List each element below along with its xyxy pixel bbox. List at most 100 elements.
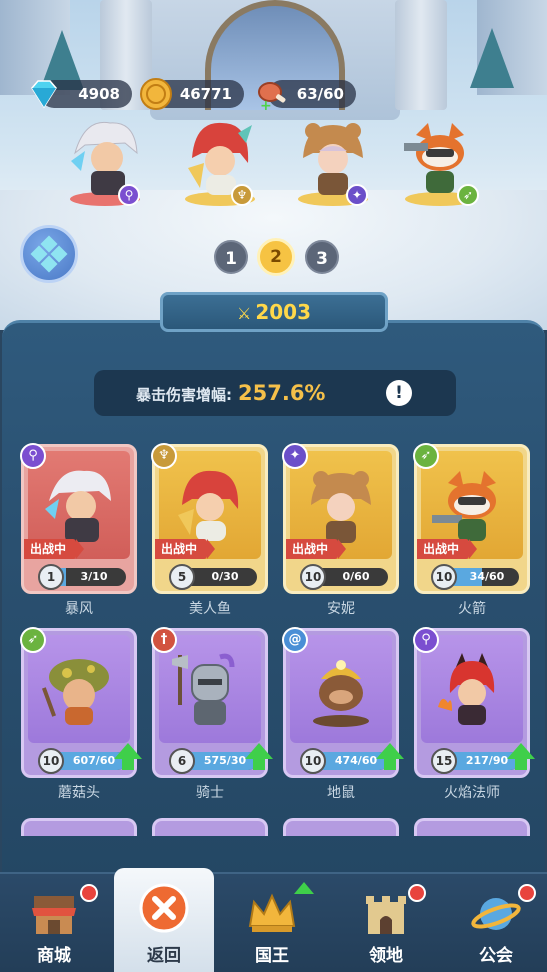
hero-card-partial[interactable] <box>21 818 137 836</box>
nav-label: 商城 <box>37 946 71 966</box>
gem-count: 4908 <box>78 85 120 103</box>
team-power-value: 2003 <box>255 300 311 324</box>
hero-level: 1 <box>38 564 64 590</box>
hero-card-fire-mage[interactable]: ⚲ 217/90 15 <box>413 627 535 778</box>
horn-icon: ♆ <box>151 443 177 469</box>
nav-label: 返回 <box>147 946 181 966</box>
upgrade-arrow-icon <box>376 743 404 770</box>
hero-name: 暴风 <box>65 601 93 617</box>
team-power-banner: ⚔ 2003 <box>160 292 388 332</box>
stamina-counter[interactable]: + 63/60 <box>258 80 356 112</box>
hero-card-mushroom[interactable]: ➶ 607/60 10 <box>20 627 142 778</box>
hero-card-storm[interactable]: ⚲ 出战中 3/10 1 <box>20 443 137 594</box>
paw-icon: ✦ <box>346 184 368 206</box>
hero-card-partial[interactable] <box>414 818 530 836</box>
hero-card-art <box>421 635 523 743</box>
bottom-nav: 商城 返回 国王 领地 公会 <box>0 868 547 972</box>
coin-counter[interactable]: 46771 <box>140 78 244 110</box>
skill-button[interactable] <box>20 225 78 283</box>
hero-name: 地鼠 <box>327 785 355 801</box>
hero-level: 10 <box>431 564 457 590</box>
mermaid-hero-icon <box>178 470 239 541</box>
mole-hero-icon <box>313 660 369 727</box>
bow-icon: ➶ <box>457 184 479 206</box>
shard-progress-text: 34/60 <box>469 570 505 583</box>
hero-level: 5 <box>169 564 195 590</box>
meat-icon: + <box>258 82 286 112</box>
hero-card-art <box>159 635 261 743</box>
hero-card-partial[interactable] <box>283 818 399 836</box>
nav-territory[interactable]: 领地 <box>336 874 436 972</box>
upgrade-arrow-icon <box>507 743 535 770</box>
hero-card-mole[interactable]: @ 474/60 10 <box>282 627 404 778</box>
staff-icon: ⚲ <box>413 627 439 653</box>
crit-damage-value: 257.6% <box>238 381 326 405</box>
hero-card-rocket[interactable]: ➶ 出战中 34/60 10 <box>413 443 530 594</box>
team-hero-slot-3[interactable]: ✦ <box>288 108 378 208</box>
alert-dot <box>408 884 426 902</box>
shop-icon <box>32 896 76 934</box>
nav-king[interactable]: 国王 <box>222 874 322 972</box>
team-hero-slot-2[interactable]: ♆ <box>175 108 265 208</box>
hero-level: 15 <box>431 748 457 774</box>
annie-hero-icon <box>311 471 371 543</box>
team-page-3[interactable]: 3 <box>305 240 339 274</box>
pillar-right <box>395 0 447 110</box>
deployed-tag: 出战中 <box>417 539 478 559</box>
bow-icon: ➶ <box>413 443 439 469</box>
nav-guild[interactable]: 公会 <box>446 874 546 972</box>
bow-icon: ➶ <box>20 627 46 653</box>
nav-shop[interactable]: 商城 <box>4 874 104 972</box>
hero-level: 6 <box>169 748 195 774</box>
shard-progress-text: 0/60 <box>342 570 370 583</box>
team-page-1[interactable]: 1 <box>214 240 248 274</box>
crit-damage-label: 暴击伤害增幅: <box>136 386 232 404</box>
sword-icon: † <box>151 627 177 653</box>
sword-icon: ⚔ <box>236 304 252 323</box>
shard-progress-text: 3/10 <box>80 570 108 583</box>
mushroom-hero-icon <box>41 659 109 725</box>
gem-counter[interactable]: 4908 <box>31 80 132 109</box>
info-icon[interactable]: ! <box>386 380 412 406</box>
knight-hero-icon <box>172 653 235 725</box>
team-hero-slot-1[interactable]: ⚲ <box>60 108 150 208</box>
coin-count: 46771 <box>179 85 232 103</box>
nav-back[interactable]: 返回 <box>114 868 214 972</box>
staff-icon: ⚲ <box>118 184 140 206</box>
upgrade-arrow-icon <box>245 743 273 770</box>
hero-name: 蘑菇头 <box>58 785 100 801</box>
hero-card-art <box>28 635 130 743</box>
crown-icon <box>248 893 296 932</box>
nav-label: 国王 <box>255 946 289 966</box>
upgrade-arrow-icon <box>294 882 314 894</box>
nav-label: 公会 <box>479 946 513 966</box>
stamina-count: 63/60 <box>296 85 344 103</box>
coin-icon <box>140 78 172 110</box>
shard-progress-text: 0/30 <box>211 570 239 583</box>
hero-name: 火箭 <box>458 601 486 617</box>
hero-card-annie[interactable]: ✦ 出战中 0/60 10 <box>282 443 399 594</box>
hero-name: 骑士 <box>196 785 224 801</box>
hero-name: 安妮 <box>327 601 355 617</box>
horn-icon: ♆ <box>231 184 253 206</box>
alert-dot <box>80 884 98 902</box>
team-hero-slot-4[interactable]: ➶ <box>395 108 485 208</box>
deployed-tag: 出战中 <box>286 539 347 559</box>
castle-icon <box>366 896 406 934</box>
fire-mage-hero-icon <box>438 653 495 725</box>
rocket-hero-icon <box>432 471 496 541</box>
nav-label: 领地 <box>369 946 403 966</box>
close-icon <box>139 883 189 933</box>
diamond-icon <box>31 80 57 109</box>
team-page-2[interactable]: 2 <box>257 238 295 276</box>
hero-level: 10 <box>300 564 326 590</box>
hero-card-knight[interactable]: † 575/30 6 <box>151 627 273 778</box>
hero-card-partial[interactable] <box>152 818 268 836</box>
pine-tree <box>470 28 514 88</box>
staff-icon: ⚲ <box>20 443 46 469</box>
hero-name: 美人鱼 <box>189 601 231 617</box>
hero-card-mermaid[interactable]: ♆ 出战中 0/30 5 <box>151 443 268 594</box>
paw-icon: ✦ <box>282 443 308 469</box>
upgrade-arrow-icon <box>114 743 142 770</box>
hero-card-art <box>290 635 392 743</box>
